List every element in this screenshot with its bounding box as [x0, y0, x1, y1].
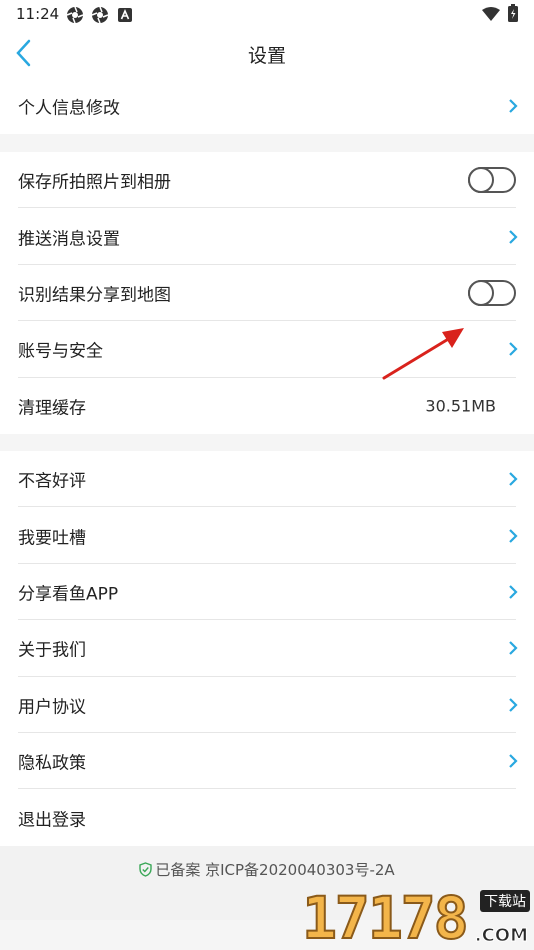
chevron-right-icon	[509, 229, 518, 244]
chevron-right-icon	[509, 342, 518, 357]
watermark-badge: 下载站	[480, 890, 530, 912]
toggle-knob	[468, 279, 494, 306]
settings-item-label: 不吝好评	[18, 471, 86, 492]
settings-item-about[interactable]: 关于我们	[0, 620, 534, 677]
settings-item-label: 个人信息修改	[18, 98, 120, 119]
settings-item-push[interactable]: 推送消息设置	[0, 208, 534, 265]
settings-item-user-agreement[interactable]: 用户协议	[0, 677, 534, 733]
page-title: 设置	[247, 45, 286, 67]
status-time: 11:24	[16, 5, 60, 23]
aperture-icon	[91, 6, 109, 24]
settings-item-label: 隐私政策	[18, 753, 86, 774]
battery-icon	[508, 4, 518, 22]
toggle-knob	[468, 167, 494, 194]
settings-item-label: 用户协议	[18, 697, 86, 718]
wifi-icon	[482, 7, 500, 21]
settings-item-label: 保存所拍照片到相册	[18, 172, 171, 193]
chevron-right-icon	[509, 641, 518, 656]
settings-item-profile[interactable]: 个人信息修改	[0, 78, 534, 134]
chevron-right-icon	[509, 99, 518, 113]
settings-group-profile: 个人信息修改	[0, 78, 534, 135]
settings-item-clear-cache[interactable]: 清理缓存 30.51MB	[0, 378, 534, 434]
nav-bar: 设置	[0, 28, 534, 78]
settings-item-label: 识别结果分享到地图	[18, 285, 171, 306]
status-bar: 11:24	[0, 0, 534, 28]
watermark-domain: .COM	[474, 925, 528, 947]
settings-item-label: 账号与安全	[18, 341, 103, 362]
annotation-arrow-icon	[382, 328, 464, 380]
icp-record[interactable]: 已备案 京ICP备2020040303号-2A	[0, 859, 534, 880]
settings-group-main: 保存所拍照片到相册 推送消息设置 识别结果分享到地图 账号与安全 清理缓存 30…	[0, 152, 534, 434]
settings-item-privacy[interactable]: 隐私政策	[0, 733, 534, 790]
settings-item-rate[interactable]: 不吝好评	[0, 451, 534, 508]
cache-size-value: 30.51MB	[425, 396, 496, 416]
a-badge-icon	[118, 8, 132, 22]
chevron-right-icon	[509, 697, 518, 712]
chevron-right-icon	[509, 472, 518, 486]
settings-item-share-app[interactable]: 分享看鱼APP	[0, 564, 534, 621]
watermark-logo: 17178 下载站 .COM	[301, 884, 532, 950]
chevron-right-icon	[509, 528, 518, 543]
shield-check-icon	[139, 862, 153, 877]
settings-item-save-photos: 保存所拍照片到相册	[0, 152, 534, 209]
settings-item-label: 关于我们	[18, 640, 86, 661]
settings-item-label: 我要吐槽	[18, 528, 86, 549]
watermark-number: 17178	[301, 884, 470, 950]
save-photos-toggle[interactable]	[468, 167, 516, 194]
settings-group-misc: 不吝好评 我要吐槽 分享看鱼APP 关于我们 用户协议 隐私政策 退出登录	[0, 451, 534, 846]
logout-label: 退出登录	[18, 810, 86, 831]
settings-item-label: 清理缓存	[18, 398, 86, 419]
chevron-right-icon	[509, 585, 518, 599]
settings-item-label: 推送消息设置	[18, 229, 120, 250]
icp-text: 已备案 京ICP备2020040303号-2A	[155, 861, 395, 879]
settings-item-share-map: 识别结果分享到地图	[0, 265, 534, 322]
settings-item-label: 分享看鱼APP	[18, 584, 119, 605]
settings-item-feedback[interactable]: 我要吐槽	[0, 507, 534, 564]
settings-item-logout[interactable]: 退出登录	[0, 789, 534, 845]
share-map-toggle[interactable]	[468, 279, 516, 306]
chevron-right-icon	[509, 754, 518, 768]
aperture-icon	[66, 6, 84, 24]
